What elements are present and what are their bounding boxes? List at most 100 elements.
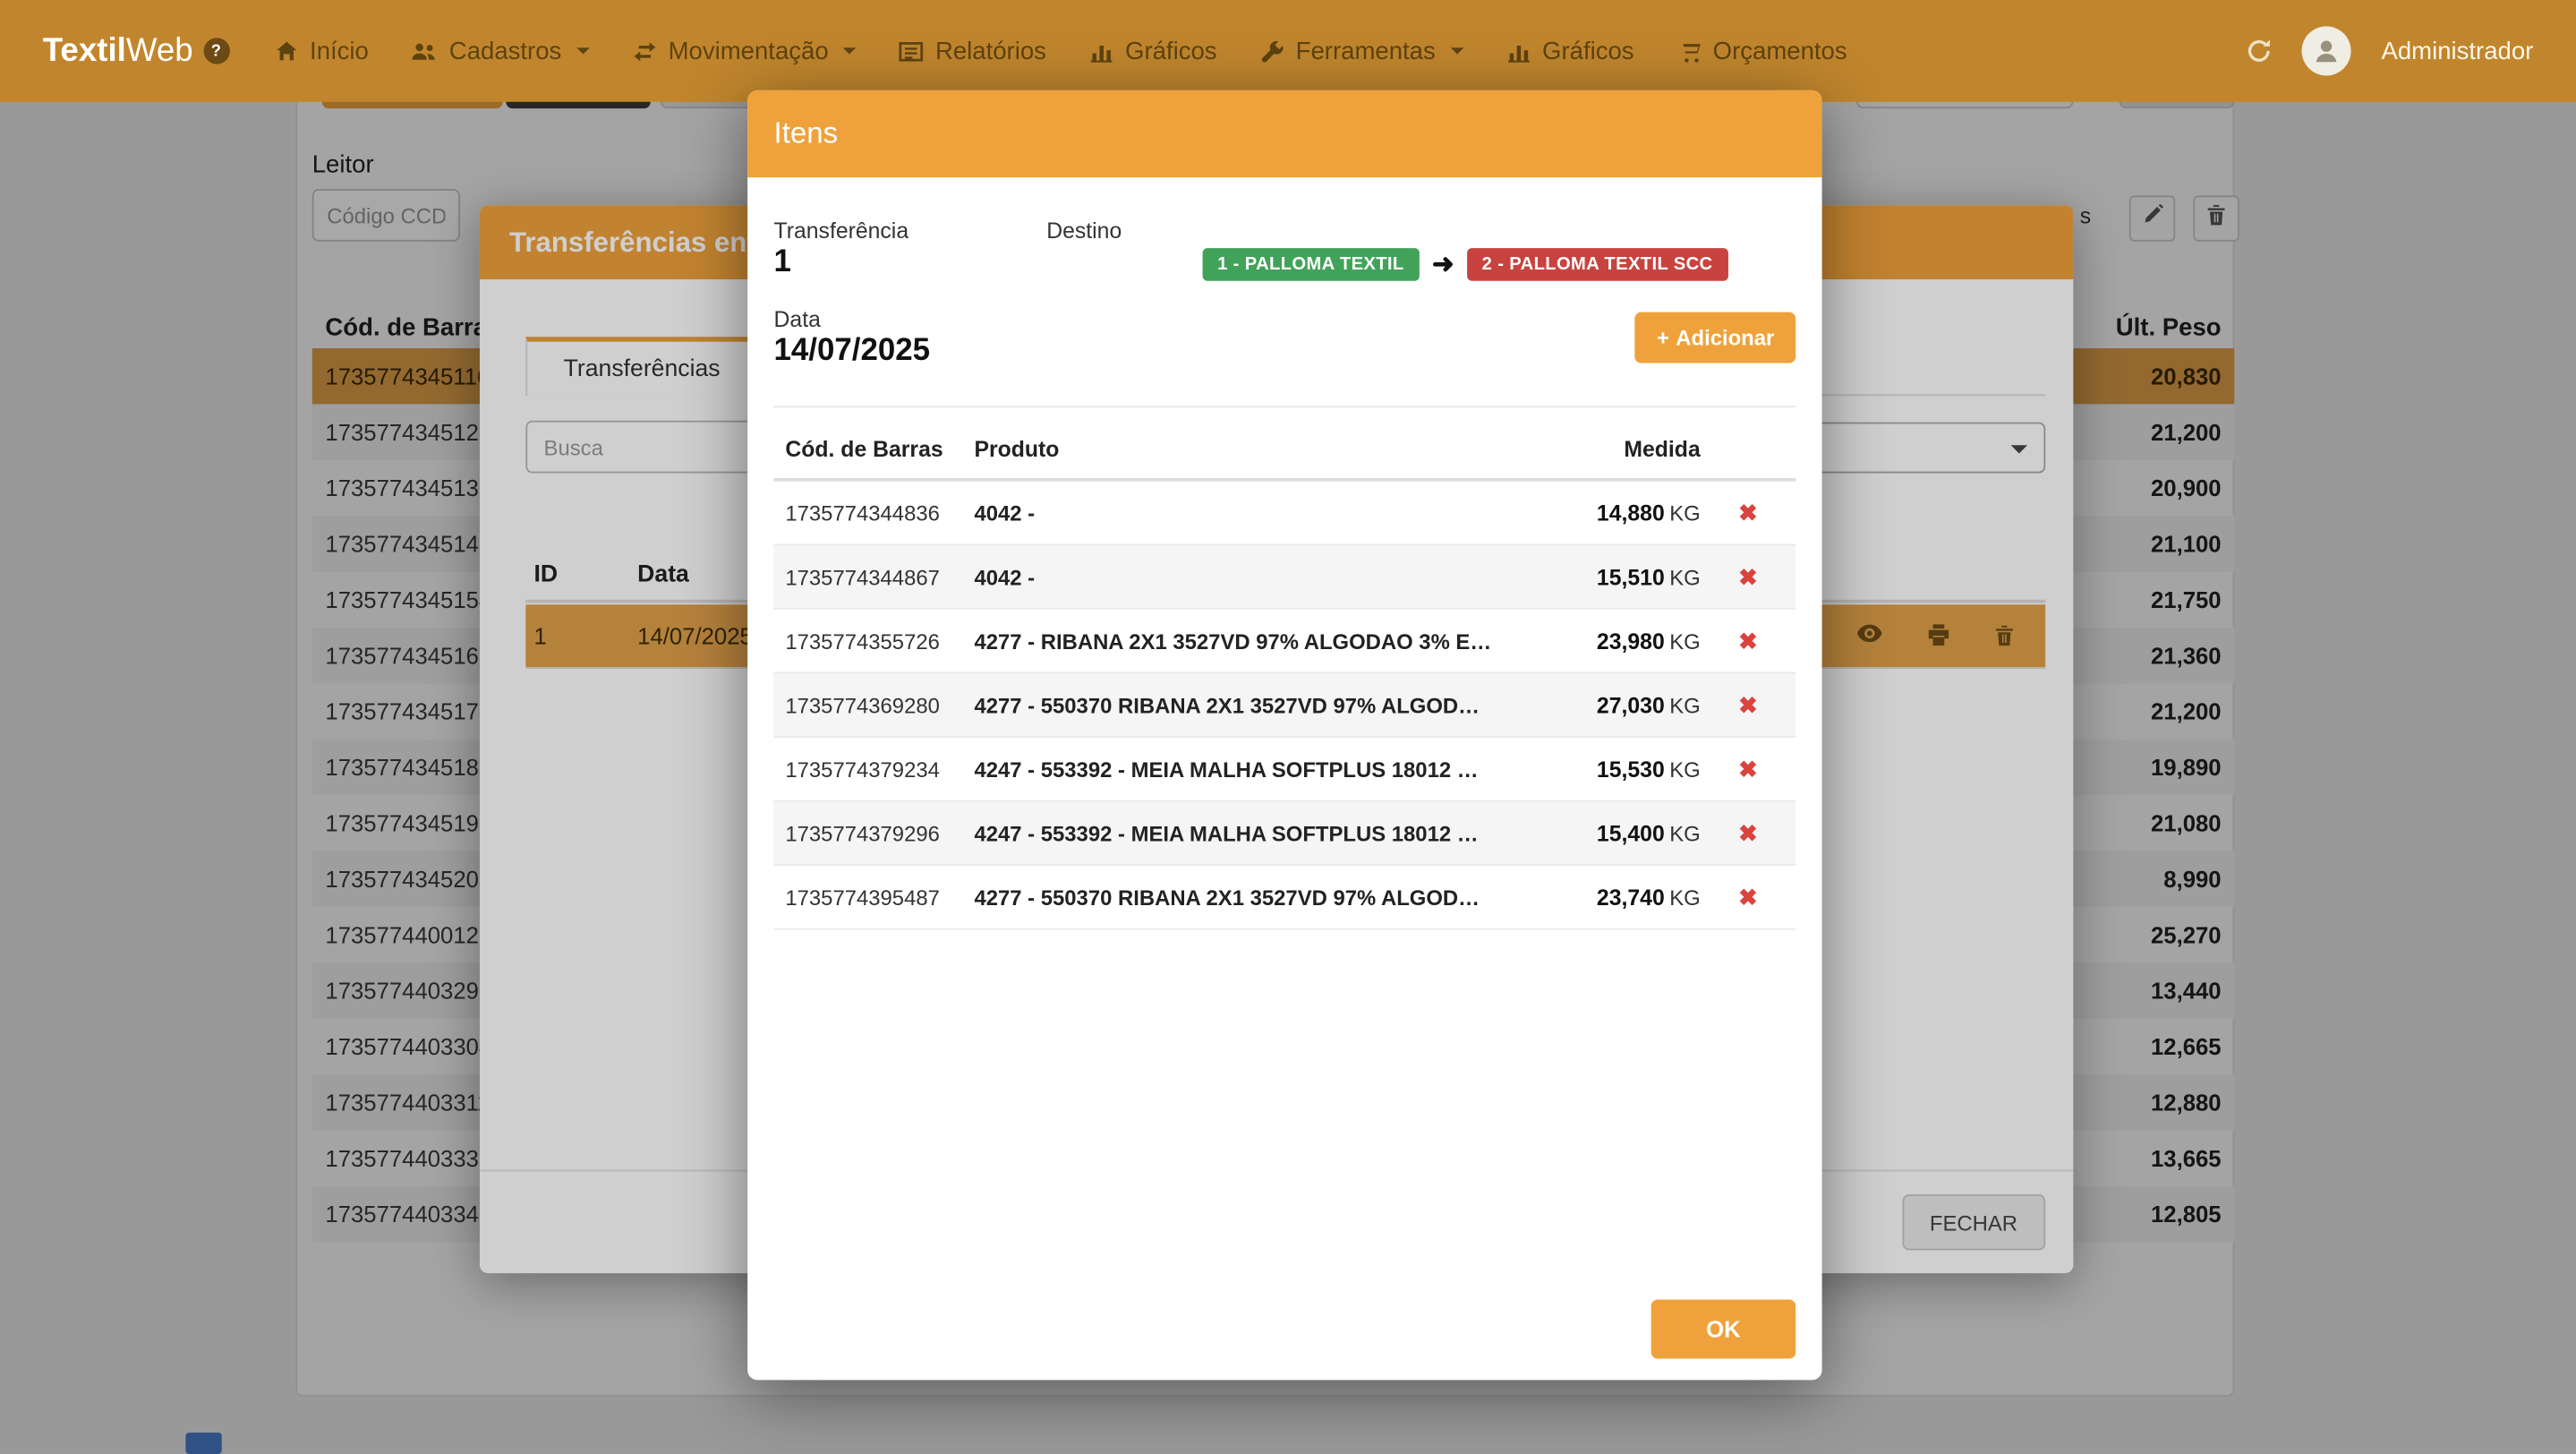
item-row: 1735774395487 4277 - 550370 RIBANA 2X1 3… xyxy=(774,866,1796,930)
brand-logo[interactable]: TextilWeb ? xyxy=(43,32,229,70)
item-barcode: 1735774379296 xyxy=(785,821,974,846)
item-produto: 4247 - 553392 - MEIA MALHA SOFTPLUS 1801… xyxy=(974,757,1536,782)
itens-modal-title: Itens xyxy=(774,116,839,151)
nav-label: Orçamentos xyxy=(1713,37,1847,64)
transferencia-label: Transferência xyxy=(774,218,909,244)
exchange-icon xyxy=(632,40,657,62)
destino-label: Destino xyxy=(1046,218,1122,244)
cart-icon xyxy=(1676,39,1702,63)
wrench-icon xyxy=(1259,38,1284,64)
adicionar-label: Adicionar xyxy=(1676,325,1774,350)
item-medida: 23,980 xyxy=(1597,629,1665,654)
col-barcode-label: Cód. de Barras xyxy=(785,436,974,461)
item-row: 1735774344836 4042 - 14,880KG ✖ xyxy=(774,482,1796,546)
brand-light: Web xyxy=(126,32,193,68)
col-medida-label: Medida xyxy=(1536,436,1701,461)
chevron-down-icon xyxy=(1450,47,1463,54)
item-unit: KG xyxy=(1669,757,1701,782)
nav-graficos-2[interactable]: Gráficos xyxy=(1485,0,1656,102)
item-row: 1735774355726 4277 - RIBANA 2X1 3527VD 9… xyxy=(774,610,1796,674)
nav-label: Gráficos xyxy=(1542,37,1634,64)
help-badge[interactable]: ? xyxy=(203,38,229,64)
plus-icon: + xyxy=(1657,325,1669,350)
avatar[interactable] xyxy=(2302,26,2351,75)
delete-item-button[interactable]: ✖ xyxy=(1701,627,1796,654)
itens-modal-header: Itens xyxy=(747,90,1821,177)
nav-graficos-1[interactable]: Gráficos xyxy=(1068,0,1239,102)
users-icon xyxy=(412,40,438,62)
item-row: 1735774379296 4247 - 553392 - MEIA MALHA… xyxy=(774,801,1796,866)
section-divider xyxy=(774,406,1796,407)
nav-inicio[interactable]: Início xyxy=(252,0,390,102)
delete-item-button[interactable]: ✖ xyxy=(1701,819,1796,847)
delete-item-button[interactable]: ✖ xyxy=(1701,755,1796,783)
itens-modal: Itens Transferência 1 Destino 1 - PALLOM… xyxy=(747,90,1821,1380)
brand-bold: Textil xyxy=(43,32,126,68)
item-barcode: 1735774355726 xyxy=(785,629,974,654)
chevron-down-icon xyxy=(843,47,857,54)
itens-table-header: Cód. de Barras Produto Medida xyxy=(774,419,1796,482)
item-produto: 4277 - RIBANA 2X1 3527VD 97% ALGODAO 3% … xyxy=(974,629,1536,654)
transfer-route: 1 - PALLOMA TEXTIL ➜ 2 - PALLOMA TEXTIL … xyxy=(1203,248,1727,281)
item-barcode: 1735774344867 xyxy=(785,564,974,589)
nav-label: Gráficos xyxy=(1125,37,1217,64)
item-unit: KG xyxy=(1669,500,1701,526)
delete-item-button[interactable]: ✖ xyxy=(1701,562,1796,590)
nav-right: Administrador xyxy=(2247,26,2533,75)
item-medida: 14,880 xyxy=(1597,500,1665,526)
item-medida: 15,510 xyxy=(1597,564,1665,589)
nav-relatorios[interactable]: Relatórios xyxy=(878,0,1068,102)
user-name: Administrador xyxy=(2381,37,2533,64)
item-produto: 4042 - xyxy=(974,500,1536,526)
nav-label: Início xyxy=(310,37,369,64)
refresh-icon[interactable] xyxy=(2247,38,2273,64)
arrow-right-icon: ➜ xyxy=(1432,248,1454,281)
nav-orcamentos[interactable]: Orçamentos xyxy=(1655,0,1868,102)
item-medida: 15,530 xyxy=(1597,757,1665,782)
item-row: 1735774379234 4247 - 553392 - MEIA MALHA… xyxy=(774,738,1796,802)
nav-movimentacao[interactable]: Movimentação xyxy=(610,0,877,102)
ok-button[interactable]: OK xyxy=(1651,1299,1796,1358)
adicionar-button[interactable]: + Adicionar xyxy=(1635,312,1796,364)
nav-ferramentas[interactable]: Ferramentas xyxy=(1238,0,1484,102)
item-barcode: 1735774369280 xyxy=(785,692,974,717)
itens-table: Cód. de Barras Produto Medida 1735774344… xyxy=(774,419,1796,930)
nav-label: Relatórios xyxy=(935,37,1046,64)
nav-cadastros[interactable]: Cadastros xyxy=(390,0,611,102)
item-unit: KG xyxy=(1669,821,1701,846)
item-medida: 27,030 xyxy=(1597,692,1665,717)
chevron-down-icon xyxy=(576,47,590,54)
nav-label: Movimentação xyxy=(669,37,829,64)
item-produto: 4277 - 550370 RIBANA 2X1 3527VD 97% ALGO… xyxy=(974,692,1536,717)
col-produto-label: Produto xyxy=(974,436,1536,461)
item-barcode: 1735774395487 xyxy=(785,885,974,910)
item-unit: KG xyxy=(1669,692,1701,717)
item-row: 1735774369280 4277 - 550370 RIBANA 2X1 3… xyxy=(774,673,1796,738)
origem-badge: 1 - PALLOMA TEXTIL xyxy=(1203,248,1420,281)
delete-item-button[interactable]: ✖ xyxy=(1701,883,1796,911)
home-icon xyxy=(274,38,299,64)
transferencia-value: 1 xyxy=(774,244,791,280)
chart-icon xyxy=(1506,40,1531,62)
item-medida: 23,740 xyxy=(1597,885,1665,910)
destino-badge: 2 - PALLOMA TEXTIL SCC xyxy=(1467,248,1727,281)
data-label: Data xyxy=(774,307,821,332)
item-medida: 15,400 xyxy=(1597,821,1665,846)
item-unit: KG xyxy=(1669,629,1701,654)
data-value: 14/07/2025 xyxy=(774,334,931,370)
item-row: 1735774344867 4042 - 15,510KG ✖ xyxy=(774,545,1796,610)
delete-item-button[interactable]: ✖ xyxy=(1701,691,1796,719)
nav-items: Início Cadastros Movimentação Relatórios… xyxy=(252,0,1869,102)
item-barcode: 1735774344836 xyxy=(785,500,974,526)
item-produto: 4277 - 550370 RIBANA 2X1 3527VD 97% ALGO… xyxy=(974,885,1536,910)
item-barcode: 1735774379234 xyxy=(785,757,974,782)
chart-icon xyxy=(1089,40,1114,62)
item-unit: KG xyxy=(1669,885,1701,910)
nav-label: Ferramentas xyxy=(1296,37,1436,64)
delete-item-button[interactable]: ✖ xyxy=(1701,499,1796,526)
app-root: Leitor s Cód. de Barras Últ. Peso 173577… xyxy=(0,0,2576,1454)
item-produto: 4247 - 553392 - MEIA MALHA SOFTPLUS 1801… xyxy=(974,821,1536,846)
item-produto: 4042 - xyxy=(974,564,1536,589)
navbar: TextilWeb ? Início Cadastros Movimentaçã… xyxy=(0,0,2576,102)
report-icon xyxy=(900,40,925,62)
